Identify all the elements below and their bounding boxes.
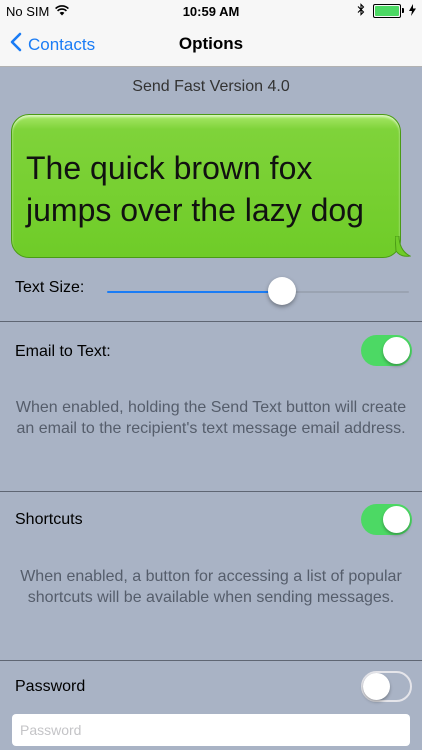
version-label: Send Fast Version 4.0	[132, 78, 290, 95]
toggle-knob	[383, 337, 410, 364]
password-field[interactable]	[12, 714, 410, 746]
toggle-knob	[363, 673, 390, 700]
page-title: Options	[178, 34, 244, 53]
divider	[0, 660, 422, 661]
divider	[0, 321, 422, 322]
email-to-text-toggle[interactable]	[361, 335, 412, 366]
shortcuts-label: Shortcuts	[15, 511, 83, 528]
text-size-slider-track[interactable]	[282, 291, 409, 293]
email-to-text-description: When enabled, holding the Send Text butt…	[15, 399, 407, 437]
status-bar: No SIM 10:59 AM	[0, 0, 422, 22]
navigation-bar: Contacts Options	[0, 22, 422, 67]
divider	[0, 491, 422, 492]
password-label: Password	[15, 678, 86, 695]
email-to-text-label: Email to Text:	[15, 343, 111, 360]
status-right	[357, 3, 416, 19]
text-size-slider-fill	[107, 291, 283, 293]
battery-icon	[373, 4, 404, 18]
text-size-slider-thumb[interactable]	[268, 277, 297, 305]
password-toggle[interactable]	[361, 671, 412, 702]
charging-icon	[409, 3, 416, 19]
text-size-label: Text Size:	[15, 279, 85, 296]
shortcuts-toggle[interactable]	[361, 504, 412, 535]
message-preview-bubble: The quick brown fox jumps over the lazy …	[11, 114, 401, 258]
preview-text: The quick brown fox jumps over the lazy …	[26, 150, 364, 228]
bubble-tail	[395, 236, 411, 257]
bluetooth-icon	[357, 3, 365, 19]
toggle-knob	[383, 506, 410, 533]
shortcuts-description: When enabled, a button for accessing a l…	[20, 568, 402, 606]
battery-fill	[375, 6, 399, 16]
